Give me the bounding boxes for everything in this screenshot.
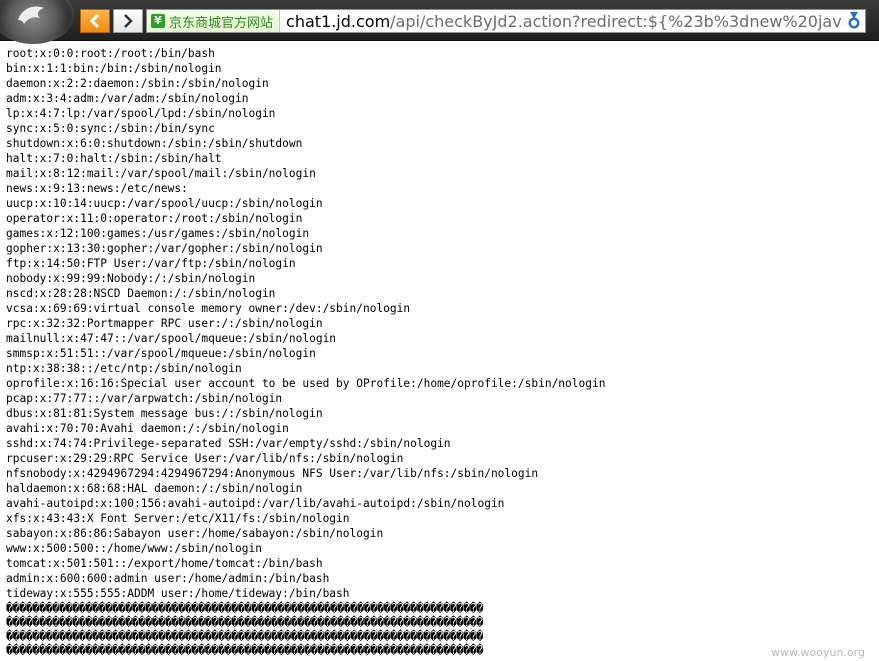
passwd-line: rpcuser:x:29:29:RPC Service User:/var/li… [6, 452, 404, 465]
passwd-line: smmsp:x:51:51::/var/spool/mqueue:/sbin/n… [6, 347, 316, 360]
site-identity-badge[interactable]: ¥ 京东商城官方网站 [147, 10, 281, 32]
garbled-line: ����������������������������������������… [6, 615, 484, 629]
passwd-line: bin:x:1:1:bin:/bin:/sbin/nologin [6, 62, 222, 75]
passwd-line: news:x:9:13:news:/etc/news: [6, 182, 188, 195]
passwd-line: dbus:x:81:81:System message bus:/:/sbin/… [6, 407, 323, 420]
passwd-line: uucp:x:10:14:uucp:/var/spool/uucp:/sbin/… [6, 197, 323, 210]
garbled-line: ����������������������������������������… [6, 601, 484, 615]
passwd-line: halt:x:7:0:halt:/sbin:/sbin/halt [6, 152, 222, 165]
passwd-line: tomcat:x:501:501::/export/home/tomcat:/b… [6, 557, 323, 570]
url-text[interactable]: chat1.jd.com/api/checkByJd2.action?redir… [280, 12, 865, 31]
passwd-line: rpc:x:32:32:Portmapper RPC user:/:/sbin/… [6, 317, 323, 330]
browser-menu-orb[interactable] [0, 0, 74, 44]
back-button[interactable] [80, 9, 110, 33]
garbled-line: ����������������������������������������… [6, 643, 484, 657]
passwd-line: daemon:x:2:2:daemon:/sbin:/sbin/nologin [6, 77, 269, 90]
passwd-line: root:x:0:0:root:/root:/bin/bash [6, 47, 215, 60]
verified-shield-icon: ¥ [151, 14, 165, 28]
passwd-line: oprofile:x:16:16:Special user account to… [6, 377, 606, 390]
watermark: www.wooyun.org [771, 646, 865, 659]
passwd-line: operator:x:11:0:operator:/root:/sbin/nol… [6, 212, 303, 225]
passwd-line: adm:x:3:4:adm:/var/adm:/sbin/nologin [6, 92, 249, 105]
browser-logo-icon [18, 6, 44, 24]
garbled-binary-output: ����������������������������������������… [6, 601, 879, 657]
address-bar[interactable]: ¥ 京东商城官方网站 chat1.jd.com/api/checkByJd2.a… [146, 9, 866, 33]
passwd-line: haldaemon:x:68:68:HAL daemon:/:/sbin/nol… [6, 482, 303, 495]
passwd-line: shutdown:x:6:0:shutdown:/sbin:/sbin/shut… [6, 137, 303, 150]
passwd-line: nscd:x:28:28:NSCD Daemon:/:/sbin/nologin [6, 287, 276, 300]
passwd-line: xfs:x:43:43:X Font Server:/etc/X11/fs:/s… [6, 512, 350, 525]
passwd-line: admin:x:600:600:admin user:/home/admin:/… [6, 572, 330, 585]
passwd-line: vcsa:x:69:69:virtual console memory owne… [6, 302, 411, 315]
medal-icon[interactable] [843, 10, 865, 32]
passwd-line: tideway:x:555:555:ADDM user:/home/tidewa… [6, 587, 350, 600]
passwd-line: mailnull:x:47:47::/var/spool/mqueue:/sbi… [6, 332, 337, 345]
site-name: 京东商城官方网站 [169, 15, 274, 31]
url-host: chat1.jd.com [286, 11, 391, 31]
passwd-line: nfsnobody:x:4294967294:4294967294:Anonym… [6, 467, 539, 480]
garbled-line: ����������������������������������������… [6, 629, 484, 643]
passwd-line: gopher:x:13:30:gopher:/var/gopher:/sbin/… [6, 242, 323, 255]
forward-button[interactable] [113, 9, 143, 33]
passwd-line: sync:x:5:0:sync:/sbin:/bin/sync [6, 122, 215, 135]
passwd-file-dump: root:x:0:0:root:/root:/bin/bash bin:x:1:1… [6, 46, 879, 601]
passwd-line: lp:x:4:7:lp:/var/spool/lpd:/sbin/nologin [6, 107, 276, 120]
chevron-right-icon [124, 14, 133, 28]
page-content: root:x:0:0:root:/root:/bin/bash bin:x:1:1… [6, 46, 879, 661]
passwd-line: sshd:x:74:74:Privilege-separated SSH:/va… [6, 437, 451, 450]
passwd-line: nobody:x:99:99:Nobody:/:/sbin/nologin [6, 272, 256, 285]
passwd-line: games:x:12:100:games:/usr/games:/sbin/no… [6, 227, 310, 240]
chevron-left-icon [89, 14, 100, 28]
passwd-line: sabayon:x:86:86:Sabayon user:/home/sabay… [6, 527, 384, 540]
passwd-line: ntp:x:38:38::/etc/ntp:/sbin/nologin [6, 362, 242, 375]
passwd-line: avahi:x:70:70:Avahi daemon:/:/sbin/nolog… [6, 422, 289, 435]
passwd-line: ftp:x:14:50:FTP User:/var/ftp:/sbin/nolo… [6, 257, 296, 270]
ribbon-badge-icon [848, 12, 860, 29]
passwd-line: www:x:500:500::/home/www:/sbin/nologin [6, 542, 262, 555]
passwd-line: mail:x:8:12:mail:/var/spool/mail:/sbin/n… [6, 167, 316, 180]
url-path: /api/checkByJd2.action?redirect:${%23b%3… [390, 11, 865, 31]
passwd-line: avahi-autoipd:x:100:156:avahi-autoipd:/v… [6, 497, 505, 510]
browser-toolbar: ¥ 京东商城官方网站 chat1.jd.com/api/checkByJd2.a… [0, 0, 879, 44]
passwd-line: pcap:x:77:77::/var/arpwatch:/sbin/nologi… [6, 392, 283, 405]
